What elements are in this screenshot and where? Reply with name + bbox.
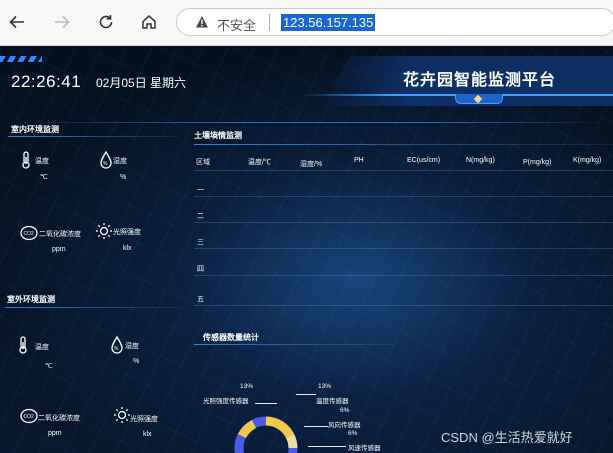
outdoor-temp-label: 温度 — [35, 344, 49, 351]
back-arrow-icon[interactable] — [4, 9, 30, 35]
table-header-divider — [194, 170, 613, 171]
indoor-temp-label: 温度 — [35, 158, 49, 165]
outdoor-humidity-unit: % — [133, 358, 140, 365]
table-header-ph: PH — [354, 157, 364, 164]
sun-icon — [96, 223, 112, 239]
clock-date: 02月05日 星期六 — [96, 76, 187, 90]
indoor-humidity-label: 湿度 — [113, 158, 127, 165]
sensor-stats-rule — [194, 344, 394, 345]
humidity-drop-icon: % — [111, 336, 123, 354]
table-header-k: K(mg/kg) — [573, 157, 602, 164]
table-row-label: 一 — [197, 187, 204, 194]
pie-percent-label: 6% — [340, 407, 350, 414]
clock-time: 22:26:41 — [11, 72, 82, 91]
browser-toolbar: 不安全 123.56.157.135 — [0, 0, 613, 46]
indoor-co2-unit: ppm — [52, 246, 66, 253]
pie-leader-line — [255, 403, 277, 404]
pie-leader-line — [304, 426, 328, 427]
svg-text:CO2: CO2 — [24, 231, 35, 237]
table-header-n: N(mg/kg) — [466, 157, 495, 164]
outdoor-section-title: 室外环境监测 — [7, 295, 55, 304]
sensor-stats-title: 传感器数量统计 — [203, 333, 259, 342]
pie-name-label: 光照强度传感器 — [203, 398, 249, 405]
address-separator — [269, 14, 270, 31]
sun-icon — [114, 407, 130, 423]
humidity-drop-icon: % — [100, 151, 112, 169]
table-row-label: 二 — [197, 213, 204, 220]
indoor-humidity-unit: % — [120, 174, 127, 181]
reload-icon[interactable] — [93, 9, 119, 35]
csdn-watermark: CSDN @生活热爱就好 — [441, 430, 573, 445]
table-header-ec: EC(us/cm) — [407, 157, 441, 164]
outdoor-co2-label: 二氧化碳浓度 — [38, 415, 80, 422]
svg-text:CO2: CO2 — [24, 414, 35, 420]
table-header-p: P(mg/kg) — [523, 159, 552, 166]
pie-name-label: 风向传感器 — [328, 422, 361, 429]
donut-segment-yellow — [265, 416, 295, 439]
pie-name-label: 风速传感器 — [348, 445, 381, 452]
co2-icon: CO2 — [20, 225, 38, 241]
indoor-section-title: 室内环境监测 — [11, 125, 59, 134]
table-row-divider — [194, 275, 613, 276]
header-glow-line — [0, 122, 613, 123]
outdoor-humidity-label: 湿度 — [125, 343, 139, 350]
indoor-co2-label: 二氧化碳浓度 — [39, 231, 81, 238]
table-row-divider — [194, 196, 613, 197]
pie-leader-line — [296, 394, 316, 395]
pie-percent-label: 13% — [318, 383, 332, 390]
table-header-temp: 温度/℃ — [248, 159, 271, 166]
table-row-label: 三 — [197, 239, 204, 246]
forward-arrow-icon[interactable] — [49, 9, 75, 35]
address-bar[interactable]: 不安全 123.56.157.135 — [176, 8, 613, 36]
indoor-light-unit: klx — [123, 245, 132, 252]
table-row-divider — [194, 222, 613, 223]
table-row-divider — [194, 305, 613, 306]
url-text[interactable]: 123.56.157.135 — [281, 14, 376, 31]
pie-percent-label: 6% — [348, 430, 358, 437]
soil-section-rule — [194, 144, 613, 145]
outdoor-light-unit: klx — [143, 431, 152, 438]
donut-segment-pale — [285, 433, 298, 449]
svg-text:%: % — [103, 161, 108, 167]
outdoor-co2-unit: ppm — [48, 430, 62, 437]
dashboard: 22:26:41 02月05日 星期六 花卉园智能监测平台 室内环境监测 温度 … — [0, 46, 613, 453]
table-header-humidity: 湿度/% — [300, 161, 323, 168]
home-icon[interactable] — [136, 9, 162, 35]
outdoor-section-rule — [5, 307, 180, 308]
page-title: 花卉园智能监测平台 — [403, 72, 557, 89]
pie-leader-line — [308, 446, 346, 447]
indoor-light-label: 光照强度 — [113, 229, 141, 236]
insecure-label[interactable]: 不安全 — [217, 15, 256, 34]
table-row-divider — [194, 248, 613, 249]
warning-icon[interactable] — [195, 15, 209, 29]
table-row-label: 四 — [197, 266, 204, 273]
indoor-section-rule — [8, 136, 178, 137]
outdoor-light-label: 光照强度 — [130, 416, 158, 423]
pie-name-label: 温度传感器 — [316, 398, 349, 405]
table-row-label: 五 — [197, 296, 204, 303]
header-stripe-decor — [0, 56, 42, 62]
soil-section-title: 土壤墒情监测 — [194, 131, 242, 140]
indoor-temp-unit: ℃ — [40, 174, 48, 181]
table-header-region: 区域 — [196, 159, 210, 166]
outdoor-temp-unit: ℃ — [45, 363, 53, 370]
thermometer-icon — [22, 151, 30, 169]
svg-text:%: % — [114, 346, 119, 352]
co2-icon: CO2 — [20, 408, 38, 424]
pie-percent-label: 13% — [240, 383, 254, 390]
thermometer-icon — [19, 336, 27, 354]
